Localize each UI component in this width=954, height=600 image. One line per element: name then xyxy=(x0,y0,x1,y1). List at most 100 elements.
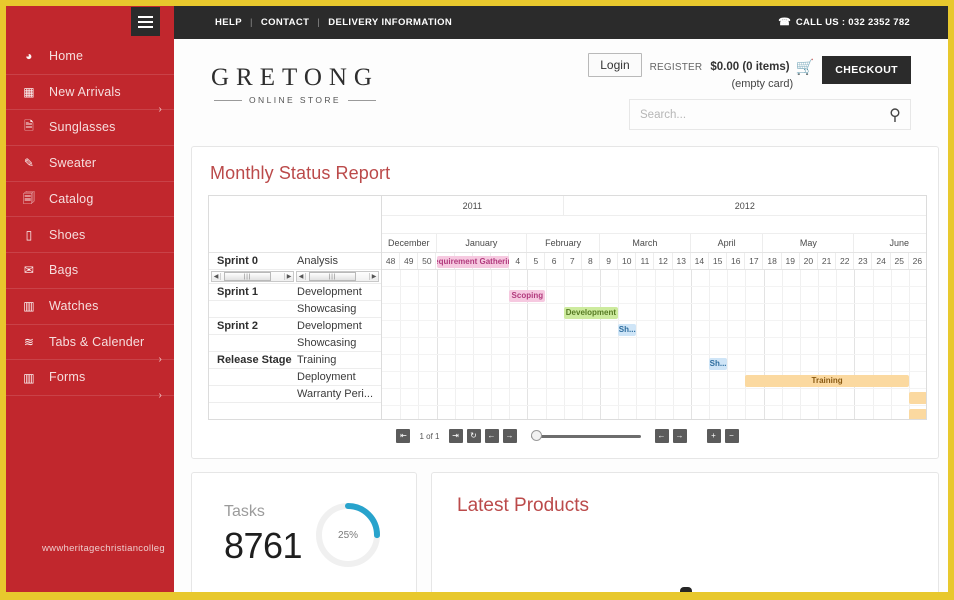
gantt-bar[interactable]: Development xyxy=(563,306,619,319)
gantt-bar[interactable]: Sh... xyxy=(709,357,728,370)
gantt-week-cell: 11 xyxy=(636,253,655,269)
login-button[interactable]: Login xyxy=(588,53,642,77)
gantt-month-cell: December xyxy=(382,234,437,252)
refresh-icon[interactable]: ↻ xyxy=(466,429,481,443)
gantt-toolbar: ⇤ 1 of 1 ⇥ ↻ ← → ← → + − xyxy=(208,424,927,448)
tasks-value: 8761 xyxy=(223,525,303,566)
sidebar-item-tabs-calender[interactable]: ≋ Tabs & Calender › xyxy=(6,325,174,365)
gantt-hscrollbar-task[interactable]: ◀ ||| ▶ xyxy=(296,271,379,282)
sidebar-item-sunglasses[interactable]: 🗎 Sunglasses xyxy=(6,110,174,147)
cart-total: $0.00 (0 items) xyxy=(710,61,790,73)
tasks-text-block: Tasks 8761 xyxy=(223,503,303,567)
gantt-task-label: Development xyxy=(297,320,362,332)
latest-products-title: Latest Products xyxy=(457,495,590,516)
sidebar-item-bags[interactable]: ✉ Bags xyxy=(6,253,174,289)
gantt-bar[interactable]: Scoping xyxy=(509,289,546,302)
gantt-timeline[interactable]: 2011 2012 December January February March Apr… xyxy=(382,196,926,419)
slider-knob[interactable] xyxy=(530,430,542,441)
gantt-task-row[interactable]: Release Stage Training xyxy=(209,352,381,369)
phone-icon: ☎ xyxy=(778,17,791,28)
grid-icon: ▦ xyxy=(23,85,35,100)
product-item-white-black-device[interactable] xyxy=(625,577,745,592)
arrow-next-icon[interactable]: ⇥ xyxy=(448,429,463,443)
gantt-week-cell: 14 xyxy=(691,253,709,269)
gantt-week-cell: 24 xyxy=(873,253,891,269)
gantt-bar[interactable]: Training xyxy=(745,374,909,387)
gantt-grid-row xyxy=(382,338,926,355)
sidebar-item-shoes[interactable]: ▯ Shoes xyxy=(6,217,174,254)
gantt-bar[interactable] xyxy=(908,408,926,419)
gantt-task-row[interactable]: Deployment xyxy=(209,369,381,386)
topbar-link-help[interactable]: HELP xyxy=(215,17,242,28)
sidebar-item-home[interactable]: ◕ Home xyxy=(6,39,174,75)
gantt-task-row[interactable]: Sprint 0 Analysis xyxy=(209,253,381,270)
scroll-thumb[interactable]: ||| xyxy=(224,272,271,281)
zoom-in-button[interactable]: + xyxy=(706,429,721,443)
hamburger-icon[interactable] xyxy=(131,7,160,36)
gantt-bars-area[interactable]: Requirement Gathering Scoping Development S… xyxy=(382,255,926,419)
chevron-right-icon[interactable]: › xyxy=(158,390,162,401)
gantt-month-cell: May xyxy=(764,234,855,252)
product-item-black-bag[interactable] xyxy=(475,577,595,592)
arrow-back-icon[interactable]: ← xyxy=(484,429,499,443)
scroll-left-icon[interactable]: ◀ xyxy=(297,273,306,280)
scroll-thumb[interactable]: ||| xyxy=(309,272,356,281)
search-input[interactable] xyxy=(630,108,880,121)
topbar-link-contact[interactable]: CONTACT xyxy=(261,17,310,28)
gantt-month-cell: January xyxy=(437,234,528,252)
checkout-button[interactable]: CHECKOUT xyxy=(822,56,911,84)
shopping-cart-icon[interactable]: 🛒 xyxy=(796,58,815,76)
arrow-first-icon[interactable]: ⇤ xyxy=(396,429,411,443)
tasks-card: Tasks 8761 25% xyxy=(191,472,417,592)
gantt-task-row[interactable]: Showcasing xyxy=(209,335,381,352)
product-item-black-case[interactable]: ZEUX xyxy=(775,577,895,592)
gantt-bar[interactable]: Sh... xyxy=(618,323,637,336)
cart-summary[interactable]: $0.00 (0 items) 🛒 (empty card) xyxy=(710,58,814,90)
gantt-task-label: Deployment xyxy=(297,371,356,383)
gantt-week-cell: 12 xyxy=(655,253,673,269)
gantt-task-row[interactable]: Warranty Peri... xyxy=(209,386,381,403)
site-logo[interactable]: GRETONG ONLINE STORE xyxy=(211,64,379,105)
gantt-bar[interactable]: Requirement Gathering xyxy=(436,255,510,268)
arrow-left-icon[interactable]: ← xyxy=(654,429,669,443)
zoom-out-button[interactable]: − xyxy=(724,429,739,443)
pencil-icon: ✎ xyxy=(23,156,35,171)
sidebar-item-label: Bags xyxy=(49,263,79,278)
topbar-separator: | xyxy=(249,17,253,28)
gantt-week-cell: 50 xyxy=(418,253,437,269)
cart-empty-text: (empty card) xyxy=(731,78,794,90)
gantt-week-cell: 18 xyxy=(764,253,782,269)
scroll-right-icon[interactable]: ▶ xyxy=(284,273,293,280)
gantt-hscrollbar-group[interactable]: ◀ ||| ▶ xyxy=(211,271,294,282)
gantt-chart[interactable]: Sprint 0 Analysis ◀ ||| ▶ ◀ ||| ▶ Sprint 1 Develo… xyxy=(208,195,927,420)
donut-percent-label: 25% xyxy=(338,529,359,541)
bar-chart-icon: ▥ xyxy=(23,370,35,385)
tasks-label: Tasks xyxy=(223,503,265,520)
device-knob xyxy=(680,587,692,592)
sidebar-item-label: Tabs & Calender xyxy=(49,334,145,349)
sidebar-item-new-arrivals[interactable]: ▦ New Arrivals › xyxy=(6,75,174,115)
topbar-link-delivery-information[interactable]: DELIVERY INFORMATION xyxy=(328,17,452,28)
scroll-right-icon[interactable]: ▶ xyxy=(369,273,378,280)
sidebar-item-forms[interactable]: ▥ Forms › xyxy=(6,360,174,400)
gantt-zoom-slider[interactable] xyxy=(530,429,641,443)
gantt-week-cell: 17 xyxy=(745,253,764,269)
gantt-month-cell: March xyxy=(600,234,691,252)
gantt-task-row[interactable]: Sprint 2 Development xyxy=(209,318,381,335)
scroll-left-icon[interactable]: ◀ xyxy=(212,273,221,280)
latest-products-card: Latest Products ZEUX xyxy=(431,472,939,592)
gantt-week-cell: 16 xyxy=(727,253,746,269)
register-link[interactable]: REGISTER xyxy=(650,62,703,73)
sidebar-item-watches[interactable]: ▥ Watches xyxy=(6,289,174,325)
search-icon[interactable]: ⚲ xyxy=(880,105,910,125)
gantt-bar[interactable] xyxy=(908,391,926,404)
arrow-right-icon[interactable]: → xyxy=(672,429,687,443)
sidebar-item-catalog[interactable]: 🗐 Catalog xyxy=(6,182,174,218)
gantt-task-row[interactable]: Sprint 1 Development xyxy=(209,284,381,301)
gantt-task-row[interactable]: Showcasing xyxy=(209,301,381,318)
arrow-forward-icon[interactable]: → xyxy=(502,429,517,443)
gantt-left-scrollbars[interactable]: ◀ ||| ▶ ◀ ||| ▶ xyxy=(209,270,381,284)
sidebar-item-sweater[interactable]: ✎ Sweater xyxy=(6,146,174,182)
gantt-week-cell: 10 xyxy=(618,253,637,269)
gantt-month-header: December January February March April May June xyxy=(382,234,926,253)
